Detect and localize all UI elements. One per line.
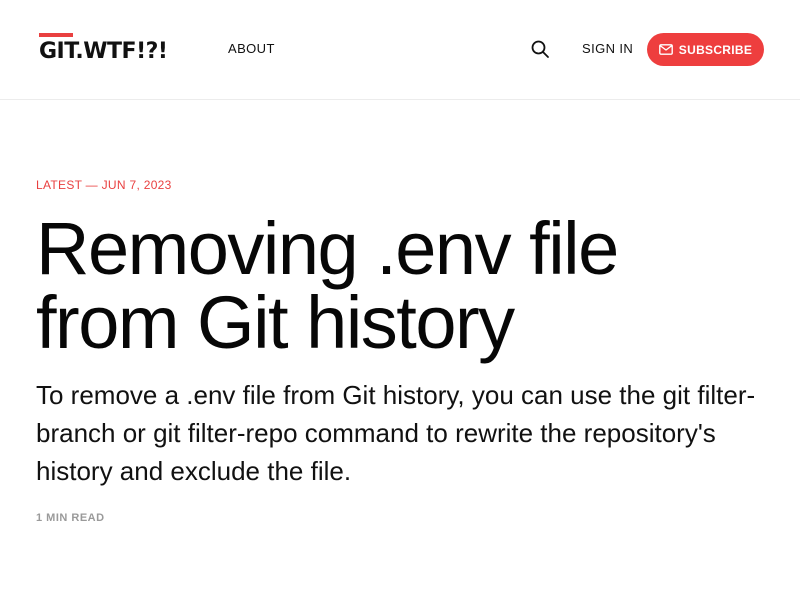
logo-text: GIT.WTF!?! (39, 39, 168, 64)
logo-accent-bar (39, 33, 73, 37)
article-title[interactable]: Removing .env file from Git history (36, 212, 776, 360)
search-icon[interactable] (530, 39, 550, 59)
site-logo[interactable]: GIT.WTF!?! (39, 33, 168, 65)
subscribe-label: SUBSCRIBE (678, 42, 753, 57)
article-excerpt: To remove a .env file from Git history, … (36, 380, 756, 486)
sign-in-link[interactable]: SIGN IN (582, 41, 633, 56)
read-time: 1 MIN READ (36, 512, 105, 524)
site-header: GIT.WTF!?! ABOUT SIGN IN SUBSCRIBE (0, 0, 800, 100)
nav-link-about[interactable]: ABOUT (228, 41, 275, 56)
mail-icon (658, 44, 673, 55)
article-meta: LATEST — JUN 7, 2023 (36, 178, 172, 192)
subscribe-button[interactable]: SUBSCRIBE (647, 33, 764, 66)
